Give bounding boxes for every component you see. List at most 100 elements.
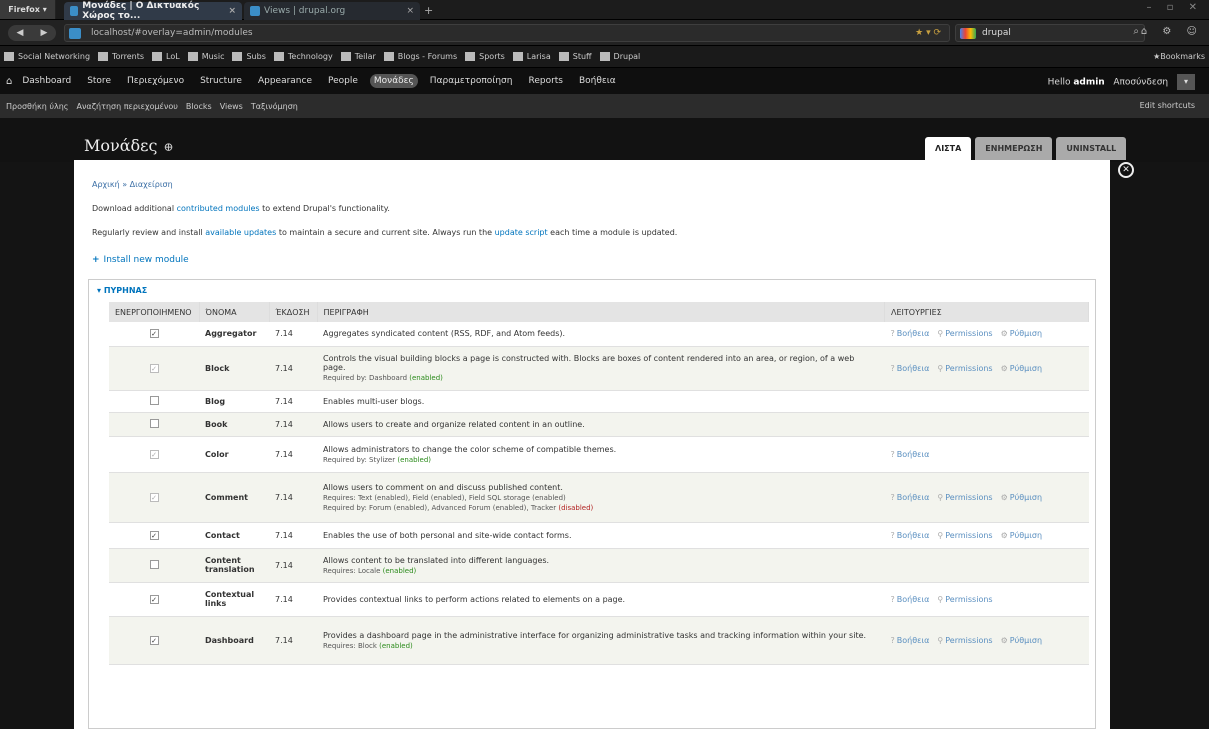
op-permissions-link[interactable]: ⚲ Permissions (937, 595, 992, 604)
new-tab-icon[interactable]: + (424, 4, 433, 17)
shortcut-blocks[interactable]: Blocks (186, 102, 212, 111)
module-enabled-checkbox[interactable]: ✓ (149, 329, 159, 339)
op-help-link[interactable]: ? Βοήθεια (891, 636, 930, 645)
op-configure-link[interactable]: ⚙ Ρύθμιση (1001, 531, 1042, 540)
toolbar-configuration[interactable]: Παραμετροποίηση (426, 74, 517, 88)
module-enabled-checkbox[interactable] (149, 395, 159, 405)
toolbar-reports[interactable]: Reports (524, 74, 567, 88)
tab-modules[interactable]: Μονάδες | Ο Δικτυακός Χώρος το... × (64, 1, 242, 21)
shortcut-add-content[interactable]: Προσθήκη ύλης (6, 102, 68, 111)
tab-update[interactable]: ΕΝΗΜΕΡΩΣΗ (975, 137, 1053, 160)
configure-icon: ⚙ (1000, 635, 1008, 645)
close-tab-icon[interactable]: × (406, 6, 414, 16)
toggle-shortcuts-icon[interactable]: ▾ (1177, 74, 1195, 90)
toolbar-icons[interactable]: ⌂ ⚙ ☺ (1141, 26, 1203, 37)
modules-table: ΕΝΕΡΓΟΠΟΙΗΜΕΝΟ ΌΝΟΜΑ ΈΚΔΟΣΗ ΠΕΡΙΓΡΑΦΗ ΛΕ… (109, 302, 1089, 665)
toolbar-store[interactable]: Store (83, 74, 115, 88)
edit-shortcuts-link[interactable]: Edit shortcuts (1140, 101, 1195, 110)
shortcut-views[interactable]: Views (220, 102, 243, 111)
tab-uninstall[interactable]: UNINSTALL (1056, 137, 1127, 160)
bookmarks-menu[interactable]: ★Bookmarks (1153, 52, 1205, 61)
header-enabled: ΕΝΕΡΓΟΠΟΙΗΜΕΝΟ (109, 302, 200, 322)
bookmark-star-icon[interactable]: ★ ▾ ⟳ (915, 28, 941, 38)
toolbar-people[interactable]: People (324, 74, 362, 88)
toolbar-structure[interactable]: Structure (196, 74, 246, 88)
op-help-link[interactable]: ? Βοήθεια (891, 329, 930, 338)
module-description: Provides contextual links to perform act… (317, 582, 885, 617)
toolbar-modules[interactable]: Μονάδες (369, 74, 418, 88)
module-name: Content translation (199, 548, 269, 583)
op-configure-link[interactable]: ⚙ Ρύθμιση (1001, 364, 1042, 373)
browser-tab-bar: Firefox ▾ Μονάδες | Ο Δικτυακός Χώρος το… (0, 0, 1209, 21)
back-icon[interactable]: ◀ (17, 28, 24, 38)
logout-link[interactable]: Αποσύνδεση (1113, 78, 1168, 88)
username[interactable]: admin (1073, 78, 1104, 88)
forward-icon[interactable]: ▶ (41, 28, 48, 38)
bookmark-folder[interactable]: Torrents (98, 52, 144, 61)
bookmark-folder[interactable]: LoL (152, 52, 180, 61)
bookmark-folder[interactable]: Social Networking (4, 52, 90, 61)
toolbar-content[interactable]: Περιεχόμενο (123, 74, 188, 88)
module-enabled-checkbox[interactable]: ✓ (149, 635, 159, 645)
tab-list[interactable]: ΛΙΣΤΑ (925, 137, 972, 160)
bookmark-folder[interactable]: Stuff (558, 52, 592, 61)
available-updates-link[interactable]: available updates (205, 228, 276, 237)
url-bar[interactable]: localhost/#overlay=admin/modules ★ ▾ ⟳ (64, 24, 950, 42)
toolbar-dashboard[interactable]: Dashboard (18, 74, 75, 88)
module-enabled-checkbox[interactable] (149, 418, 159, 428)
module-enabled-checkbox[interactable]: ✓ (149, 530, 159, 540)
op-configure-link[interactable]: ⚙ Ρύθμιση (1001, 636, 1042, 645)
op-permissions-link[interactable]: ⚲ Permissions (937, 364, 992, 373)
op-configure-link[interactable]: ⚙ Ρύθμιση (1001, 493, 1042, 502)
op-permissions-link[interactable]: ⚲ Permissions (937, 493, 992, 502)
close-overlay-icon[interactable]: ✕ (1118, 162, 1134, 178)
op-configure-link[interactable]: ⚙ Ρύθμιση (1001, 329, 1042, 338)
module-enabled-checkbox[interactable] (149, 559, 159, 569)
op-help-link[interactable]: ? Βοήθεια (891, 531, 930, 540)
bookmark-folder[interactable]: Teilar (340, 52, 376, 61)
op-permissions-link[interactable]: ⚲ Permissions (937, 531, 992, 540)
module-operations (884, 548, 1089, 583)
module-requirements: Requires: Text (enabled), Field (enabled… (323, 493, 566, 502)
search-bar[interactable]: drupal ⌕ (955, 24, 1145, 42)
tab-label: Views | drupal.org (264, 6, 346, 16)
module-enabled-checkbox[interactable]: ✓ (149, 594, 159, 604)
op-help-link[interactable]: ? Βοήθεια (891, 364, 930, 373)
install-new-module-link[interactable]: + Install new module (92, 255, 189, 265)
window-controls[interactable]: – ▫ ✕ (1146, 2, 1203, 13)
back-forward-buttons[interactable]: ◀ ▶ (8, 25, 56, 41)
update-script-link[interactable]: update script (495, 228, 548, 237)
close-tab-icon[interactable]: × (228, 6, 236, 16)
bookmark-folder[interactable]: Blogs - Forums (383, 52, 457, 61)
toolbar-appearance[interactable]: Appearance (254, 74, 316, 88)
add-shortcut-icon[interactable]: ⊕ (163, 140, 173, 154)
fieldset-legend-core[interactable]: ▾ ΠΥΡΗΝΑΣ (97, 286, 147, 295)
bookmark-folder[interactable]: Larisa (512, 52, 551, 61)
search-text[interactable]: drupal (982, 28, 1011, 38)
tab-views[interactable]: Views | drupal.org × (244, 2, 420, 20)
breadcrumb[interactable]: Αρχική » Διαχείριση (92, 180, 173, 189)
bookmark-folder[interactable]: Sports (465, 52, 505, 61)
shortcut-find-content[interactable]: Αναζήτηση περιεχομένου (76, 102, 177, 111)
bookmark-folder[interactable]: Music (187, 52, 224, 61)
bookmark-folder[interactable]: Technology (273, 52, 333, 61)
url-text[interactable]: localhost/#overlay=admin/modules (91, 28, 253, 38)
home-icon[interactable]: ⌂ (6, 76, 12, 87)
table-row: ✓ Comment 7.14 Allows users to comment on a… (109, 472, 1089, 523)
folder-icon (512, 52, 523, 61)
op-help-link[interactable]: ? Βοήθεια (891, 595, 930, 604)
bookmark-folder[interactable]: Drupal (599, 52, 640, 61)
search-icon[interactable]: ⌕ (1133, 26, 1139, 37)
op-help-link[interactable]: ? Βοήθεια (891, 493, 930, 502)
contributed-modules-link[interactable]: contributed modules (177, 204, 260, 213)
op-permissions-link[interactable]: ⚲ Permissions (937, 636, 992, 645)
firefox-menu-button[interactable]: Firefox ▾ (0, 0, 56, 19)
folder-icon (273, 52, 284, 61)
op-help-link[interactable]: ? Βοήθεια (891, 450, 930, 459)
google-icon[interactable] (960, 28, 976, 39)
bookmark-folder[interactable]: Subs (232, 52, 266, 61)
toolbar-help[interactable]: Βοήθεια (575, 74, 620, 88)
site-identity-icon[interactable] (69, 28, 81, 39)
op-permissions-link[interactable]: ⚲ Permissions (937, 329, 992, 338)
shortcut-taxonomy[interactable]: Ταξινόμηση (251, 102, 298, 111)
